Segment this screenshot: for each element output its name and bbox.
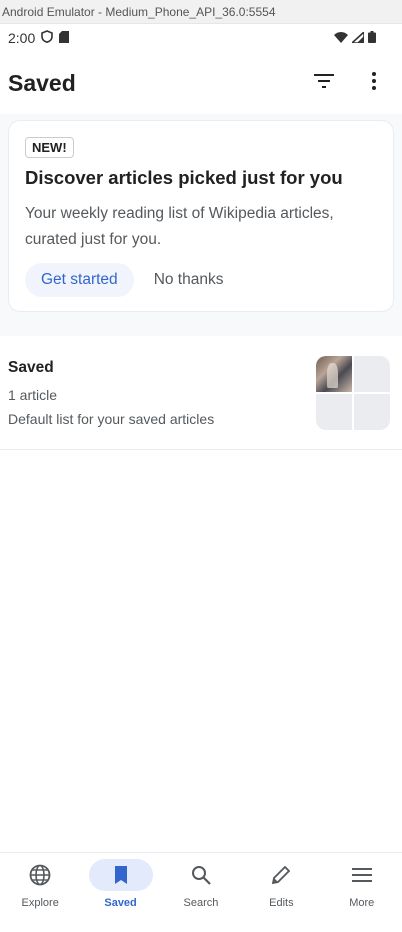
- reading-list-description: Default list for your saved articles: [8, 410, 215, 427]
- reading-list-item[interactable]: Saved 1 article Default list for your sa…: [0, 336, 402, 450]
- promo-section: NEW! Discover articles picked just for y…: [0, 114, 402, 320]
- bookmark-icon: [88, 859, 153, 891]
- status-time: 2:00: [8, 30, 36, 46]
- nav-label: Edits: [269, 897, 294, 909]
- nav-edits[interactable]: Edits: [241, 859, 321, 932]
- filter-icon: [314, 73, 334, 93]
- menu-icon: [330, 859, 394, 891]
- section-divider: [0, 320, 402, 336]
- shield-icon: [41, 30, 54, 46]
- nav-more[interactable]: More: [322, 859, 402, 932]
- nav-label: Saved: [104, 897, 137, 909]
- search-icon: [169, 859, 233, 891]
- empty-thumbnail: [354, 393, 390, 430]
- nav-explore[interactable]: Explore: [0, 859, 80, 932]
- reading-list-thumbnails: [316, 355, 390, 430]
- sd-card-icon: [59, 30, 70, 46]
- get-started-button[interactable]: Get started: [25, 263, 134, 297]
- bottom-navigation: Explore Saved Search Edits More: [0, 852, 402, 932]
- no-thanks-button[interactable]: No thanks: [138, 263, 240, 297]
- battery-icon: [368, 30, 376, 46]
- new-badge: NEW!: [25, 137, 74, 158]
- empty-thumbnail: [316, 393, 352, 430]
- reading-list-count: 1 article: [8, 386, 58, 403]
- empty-thumbnail: [354, 355, 390, 392]
- pencil-icon: [249, 859, 313, 891]
- article-thumbnail: [316, 355, 352, 392]
- cell-signal-icon: [349, 30, 365, 46]
- more-vertical-icon: [372, 71, 376, 95]
- nav-label: Explore: [21, 897, 59, 909]
- promo-card: NEW! Discover articles picked just for y…: [8, 120, 394, 312]
- nav-label: Search: [183, 897, 219, 909]
- reading-list-title: Saved: [8, 358, 54, 376]
- status-bar: 2:00: [0, 24, 402, 52]
- globe-icon: [8, 859, 72, 891]
- promo-body: Your weekly reading list of Wikipedia ar…: [25, 205, 334, 248]
- filter-button[interactable]: [308, 67, 340, 99]
- nav-search[interactable]: Search: [161, 859, 241, 932]
- wifi-icon: [334, 30, 348, 46]
- app-bar: Saved: [0, 52, 402, 114]
- overflow-menu-button[interactable]: [358, 67, 390, 99]
- nav-saved[interactable]: Saved: [81, 859, 161, 932]
- promo-title: Discover articles picked just for you: [25, 167, 343, 188]
- page-title: Saved: [8, 69, 76, 96]
- emulator-title-bar: Android Emulator - Medium_Phone_API_36.0…: [0, 0, 402, 24]
- nav-label: More: [349, 897, 375, 909]
